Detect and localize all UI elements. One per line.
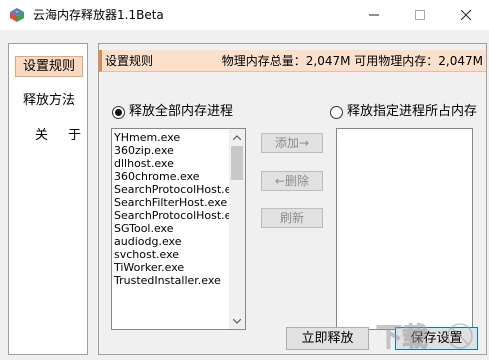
list-item[interactable]: SearchProtocolHost.exe: [114, 183, 244, 196]
chevron-down-icon: [233, 318, 241, 324]
app-logo-icon: [10, 8, 24, 22]
list-item[interactable]: 360zip.exe: [114, 144, 231, 157]
release-selected-radio[interactable]: [330, 106, 343, 119]
sidebar-item-settings-rules[interactable]: 设置规则: [15, 56, 83, 77]
scrollbar-thumb[interactable]: [231, 146, 243, 180]
scroll-up-button[interactable]: [229, 129, 245, 145]
chevron-up-icon: [233, 134, 241, 140]
list-item[interactable]: SearchProtocolHost.exe: [114, 209, 244, 222]
minimize-button[interactable]: [351, 0, 397, 30]
sidebar-item-release-method[interactable]: 释放方法: [15, 90, 83, 111]
sidebar-nav: 设置规则 释放方法 关于: [8, 43, 88, 355]
list-item[interactable]: SGTool.exe: [114, 222, 231, 235]
list-item[interactable]: 360chrome.exe: [114, 170, 231, 183]
process-list[interactable]: YHmem.exe 360zip.exe dllhost.exe 360chro…: [111, 128, 246, 330]
minimize-icon: [369, 14, 379, 16]
list-item[interactable]: TiWorker.exe: [114, 261, 231, 274]
settings-panel: 设置规则 物理内存总量：2,047M 可用物理内存：2,047M 释放全部内存进…: [98, 43, 487, 355]
list-item[interactable]: svchost.exe: [114, 248, 231, 261]
release-now-button[interactable]: 立即释放: [286, 327, 369, 350]
release-all-label[interactable]: 释放全部内存进程: [129, 104, 233, 120]
list-item[interactable]: audiodg.exe: [114, 235, 231, 248]
release-selected-label[interactable]: 释放指定进程所占内存: [347, 104, 477, 120]
watermark-logo-icon: 下载: [376, 323, 473, 354]
svg-text:下载: 下载: [376, 323, 428, 353]
list-item[interactable]: SearchFilterHost.exe: [114, 196, 231, 209]
refresh-button[interactable]: 刷新: [261, 208, 323, 228]
release-all-radio[interactable]: [112, 106, 125, 119]
window-title: 云海内存释放器1.1Beta: [33, 8, 164, 22]
app-window: 云海内存释放器1.1Beta 设置规则 释放方法 关于 设置规则 物理内存总量：…: [0, 0, 489, 360]
selected-process-list[interactable]: [336, 128, 473, 330]
close-button[interactable]: [443, 0, 489, 30]
list-item[interactable]: TrustedInstaller.exe: [114, 274, 231, 287]
memory-info-bar: 设置规则 物理内存总量：2,047M 可用物理内存：2,047M: [99, 50, 486, 72]
list-item[interactable]: dllhost.exe: [114, 157, 231, 170]
maximize-button[interactable]: [397, 0, 443, 30]
sidebar-item-about[interactable]: 关于: [15, 125, 83, 146]
scroll-down-button[interactable]: [229, 313, 245, 329]
section-title: 设置规则: [105, 54, 154, 68]
add-button[interactable]: 添加→: [261, 133, 323, 153]
remove-button[interactable]: ←删除: [261, 171, 323, 191]
maximize-icon: [415, 10, 425, 20]
close-icon: [461, 10, 471, 20]
process-list-items: YHmem.exe 360zip.exe dllhost.exe 360chro…: [114, 131, 244, 287]
process-list-scrollbar[interactable]: [229, 129, 245, 329]
list-item[interactable]: YHmem.exe: [114, 131, 231, 144]
memory-status-text: 物理内存总量：2,047M 可用物理内存：2,047M: [221, 54, 483, 68]
title-bar: 云海内存释放器1.1Beta: [0, 0, 489, 30]
